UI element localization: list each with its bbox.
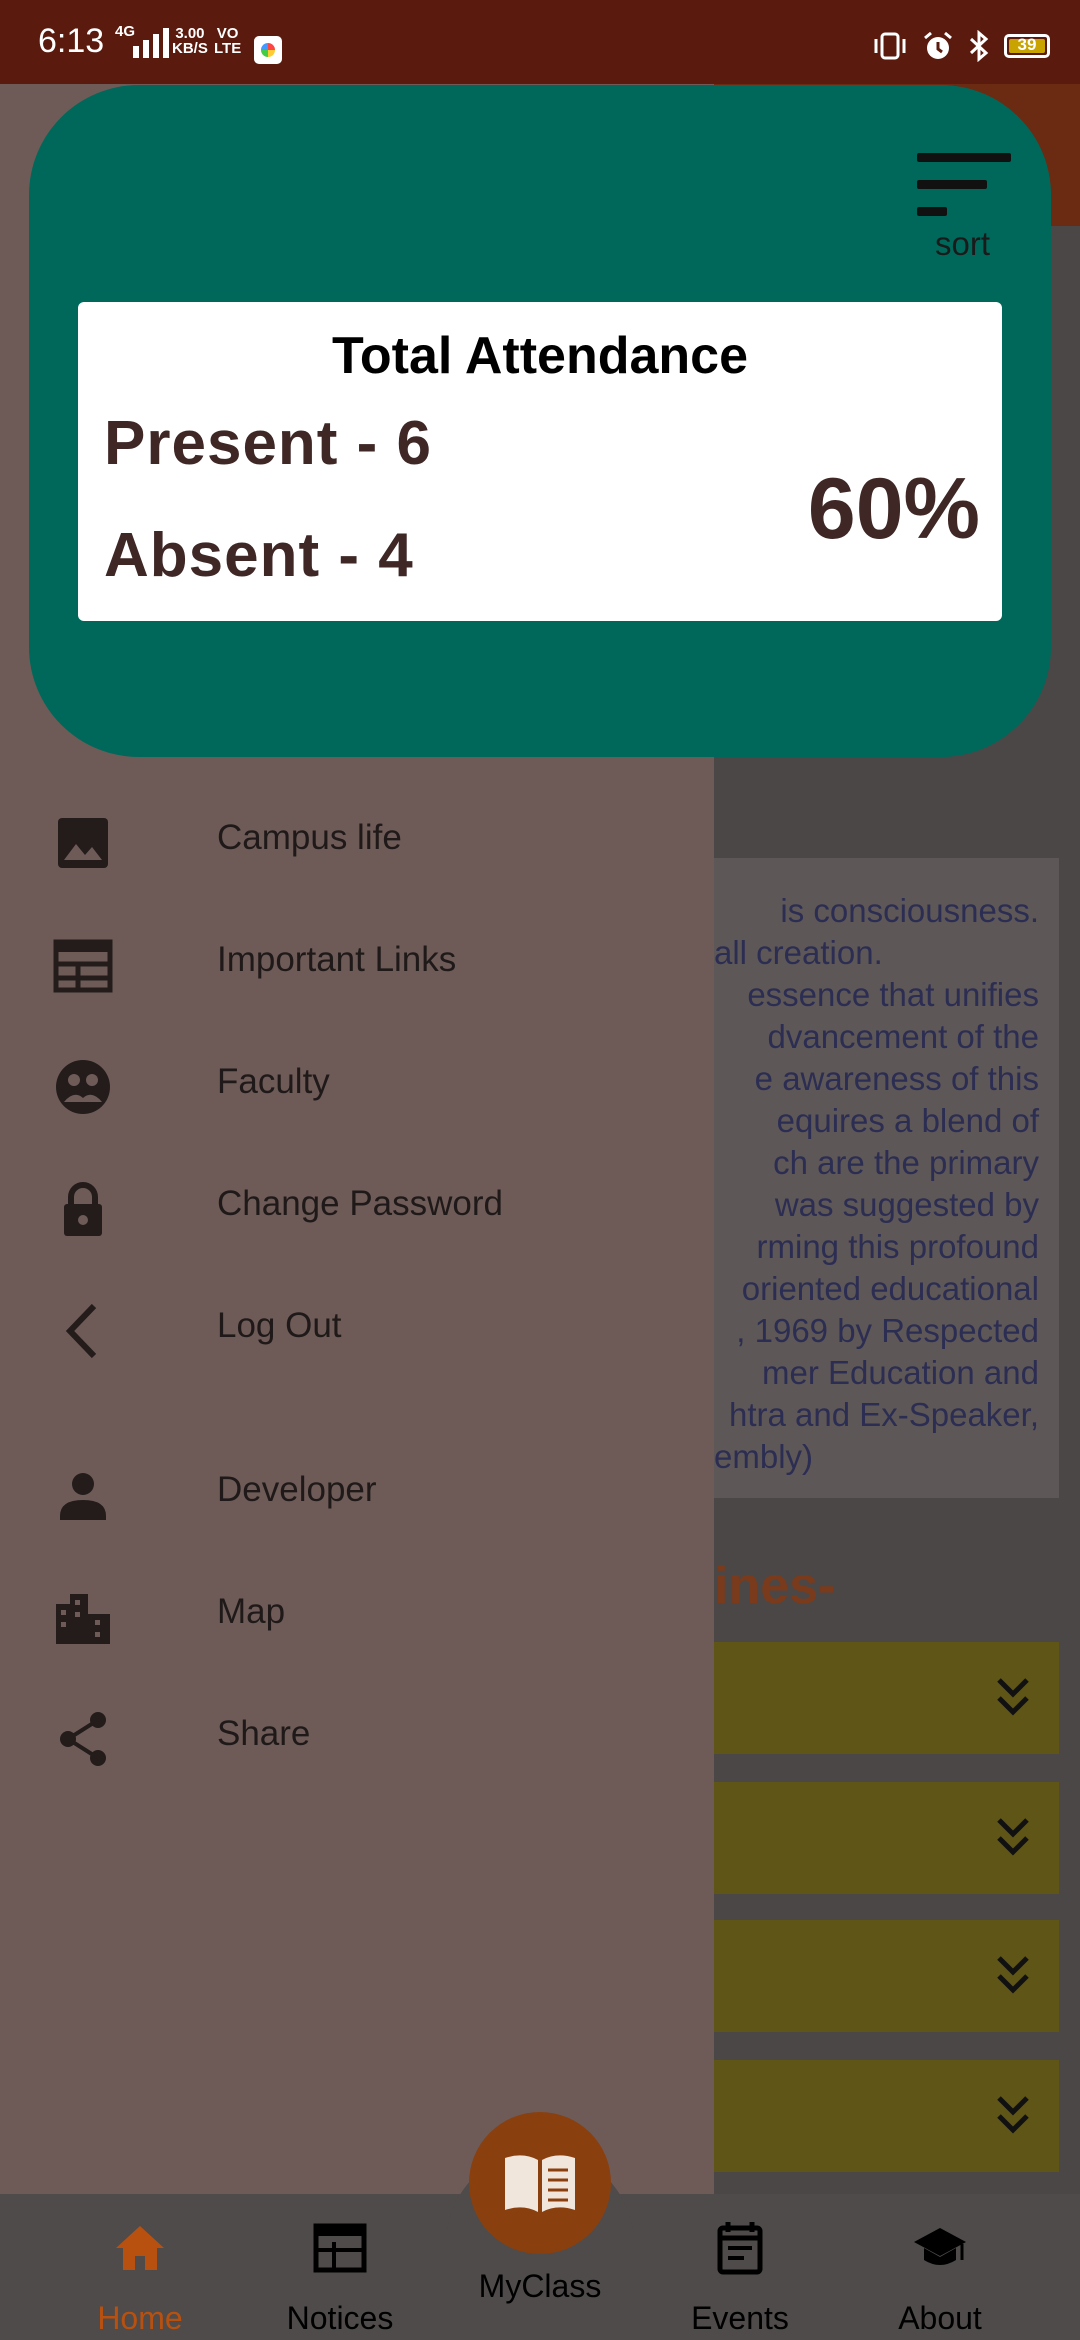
nav-label: About	[898, 2300, 982, 2336]
drawer-item-label: Change Password	[217, 1184, 503, 1223]
image-icon	[58, 818, 108, 868]
myclass-button[interactable]	[469, 2112, 611, 2254]
paragraph-line: all creation.	[714, 934, 883, 971]
network-speed-unit: KB/S	[172, 40, 208, 57]
attendance-card: Total Attendance Present - 6 Absent - 4 …	[78, 302, 1002, 621]
network-speed-value: 3.00	[175, 25, 205, 42]
double-chevron-down-icon	[997, 1956, 1029, 1994]
paragraph-line: essence that unifies	[747, 976, 1039, 1013]
attendance-title: Total Attendance	[331, 327, 749, 385]
nav-notices[interactable]: Notices	[240, 2194, 440, 2340]
status-time: 6:13	[38, 22, 105, 60]
paragraph-line: embly)	[714, 1438, 814, 1475]
present-count: Present - 6	[104, 409, 433, 478]
paragraph-line: dvancement of the	[767, 1018, 1039, 1055]
accordion-item[interactable]	[714, 1920, 1059, 2032]
calendar-grid-icon	[53, 939, 113, 993]
accordion-item[interactable]	[714, 2060, 1059, 2172]
app-notification-icon	[254, 36, 282, 64]
drawer-item-label: Faculty	[217, 1062, 330, 1101]
drawer-item-important-links[interactable]: Important Links	[0, 912, 714, 1012]
nav-label: Notices	[286, 2300, 394, 2336]
battery-icon: 39	[1004, 34, 1050, 58]
double-chevron-down-icon	[997, 1678, 1029, 1716]
home-icon	[116, 2226, 164, 2270]
guidelines-heading: ines-	[714, 1557, 836, 1615]
double-chevron-down-icon	[997, 1818, 1029, 1856]
drawer-item-label: Developer	[217, 1470, 377, 1509]
signal-icon	[133, 24, 169, 58]
attendance-sheet: sort Total Attendance Present - 6 Absent…	[29, 85, 1051, 757]
nav-home[interactable]: Home	[40, 2194, 240, 2340]
newspaper-icon	[313, 2223, 367, 2273]
sort-label[interactable]: sort	[935, 225, 990, 263]
drawer-item-log-out[interactable]: Log Out	[0, 1278, 714, 1378]
alarm-icon	[924, 31, 952, 59]
nav-events[interactable]: Events	[640, 2194, 840, 2340]
volte-indicator: VO LTE	[214, 26, 241, 56]
city-icon	[56, 1594, 110, 1644]
bluetooth-icon	[969, 30, 989, 62]
absent-count: Absent - 4	[104, 521, 414, 590]
paragraph-line: , 1969 by Respected	[736, 1312, 1039, 1349]
person-icon	[60, 1473, 106, 1520]
drawer-item-change-password[interactable]: Change Password	[0, 1156, 714, 1256]
paragraph-line: is consciousness.	[780, 892, 1039, 929]
paragraph-line: e awareness of this	[754, 1060, 1039, 1097]
attendance-percentage: 60%	[807, 461, 980, 557]
paragraph-line: rming this profound	[756, 1228, 1039, 1265]
drawer-item-developer[interactable]: Developer	[0, 1442, 714, 1542]
drawer-item-share[interactable]: Share	[0, 1686, 714, 1786]
graduation-cap-icon	[914, 2228, 966, 2265]
open-book-icon	[505, 2155, 575, 2212]
volte-bottom: LTE	[214, 40, 242, 57]
drawer-item-label: Log Out	[217, 1306, 342, 1345]
accordion-item[interactable]	[714, 1782, 1059, 1894]
drawer-item-label: Map	[217, 1592, 286, 1631]
drawer-item-map[interactable]: Map	[0, 1564, 714, 1664]
faculty-icon	[56, 1060, 110, 1114]
myclass-label[interactable]: MyClass	[440, 2268, 640, 2305]
paragraph-line: equires a blend of	[776, 1102, 1039, 1139]
lock-icon	[64, 1182, 102, 1236]
paragraph-line: was suggested by	[774, 1186, 1039, 1223]
network-type: 4G	[115, 23, 136, 40]
drawer-item-label: Important Links	[217, 940, 457, 979]
nav-label: Events	[691, 2300, 789, 2336]
battery-level: 39	[1017, 35, 1037, 54]
accordion-item[interactable]	[714, 1642, 1059, 1754]
double-chevron-down-icon	[997, 2096, 1029, 2134]
event-icon	[717, 2222, 763, 2275]
vibrate-icon	[874, 32, 906, 60]
nav-about[interactable]: About	[840, 2194, 1040, 2340]
paragraph-line: htra and Ex-Speaker,	[728, 1396, 1039, 1433]
volte-top: VO	[216, 25, 239, 42]
drawer-item-label: Campus life	[217, 818, 402, 857]
about-paragraph: is consciousness. all creation. essence …	[714, 890, 1039, 1478]
share-icon	[60, 1712, 106, 1766]
paragraph-line: mer Education and	[761, 1354, 1039, 1391]
paragraph-line: oriented educational	[741, 1270, 1039, 1307]
status-bar: 6:13 4G 3.00 KB/S VO LTE 39	[0, 0, 1080, 84]
nav-label: Home	[97, 2300, 183, 2336]
drawer-item-campus-life[interactable]: Campus life	[0, 790, 714, 890]
chevron-left-icon	[65, 1303, 97, 1359]
paragraph-line: ch are the primary	[773, 1144, 1039, 1181]
sort-icon[interactable]	[917, 153, 1011, 217]
drawer-item-label: Share	[217, 1714, 311, 1753]
network-speed: 3.00 KB/S	[172, 26, 208, 56]
drawer-item-faculty[interactable]: Faculty	[0, 1034, 714, 1134]
